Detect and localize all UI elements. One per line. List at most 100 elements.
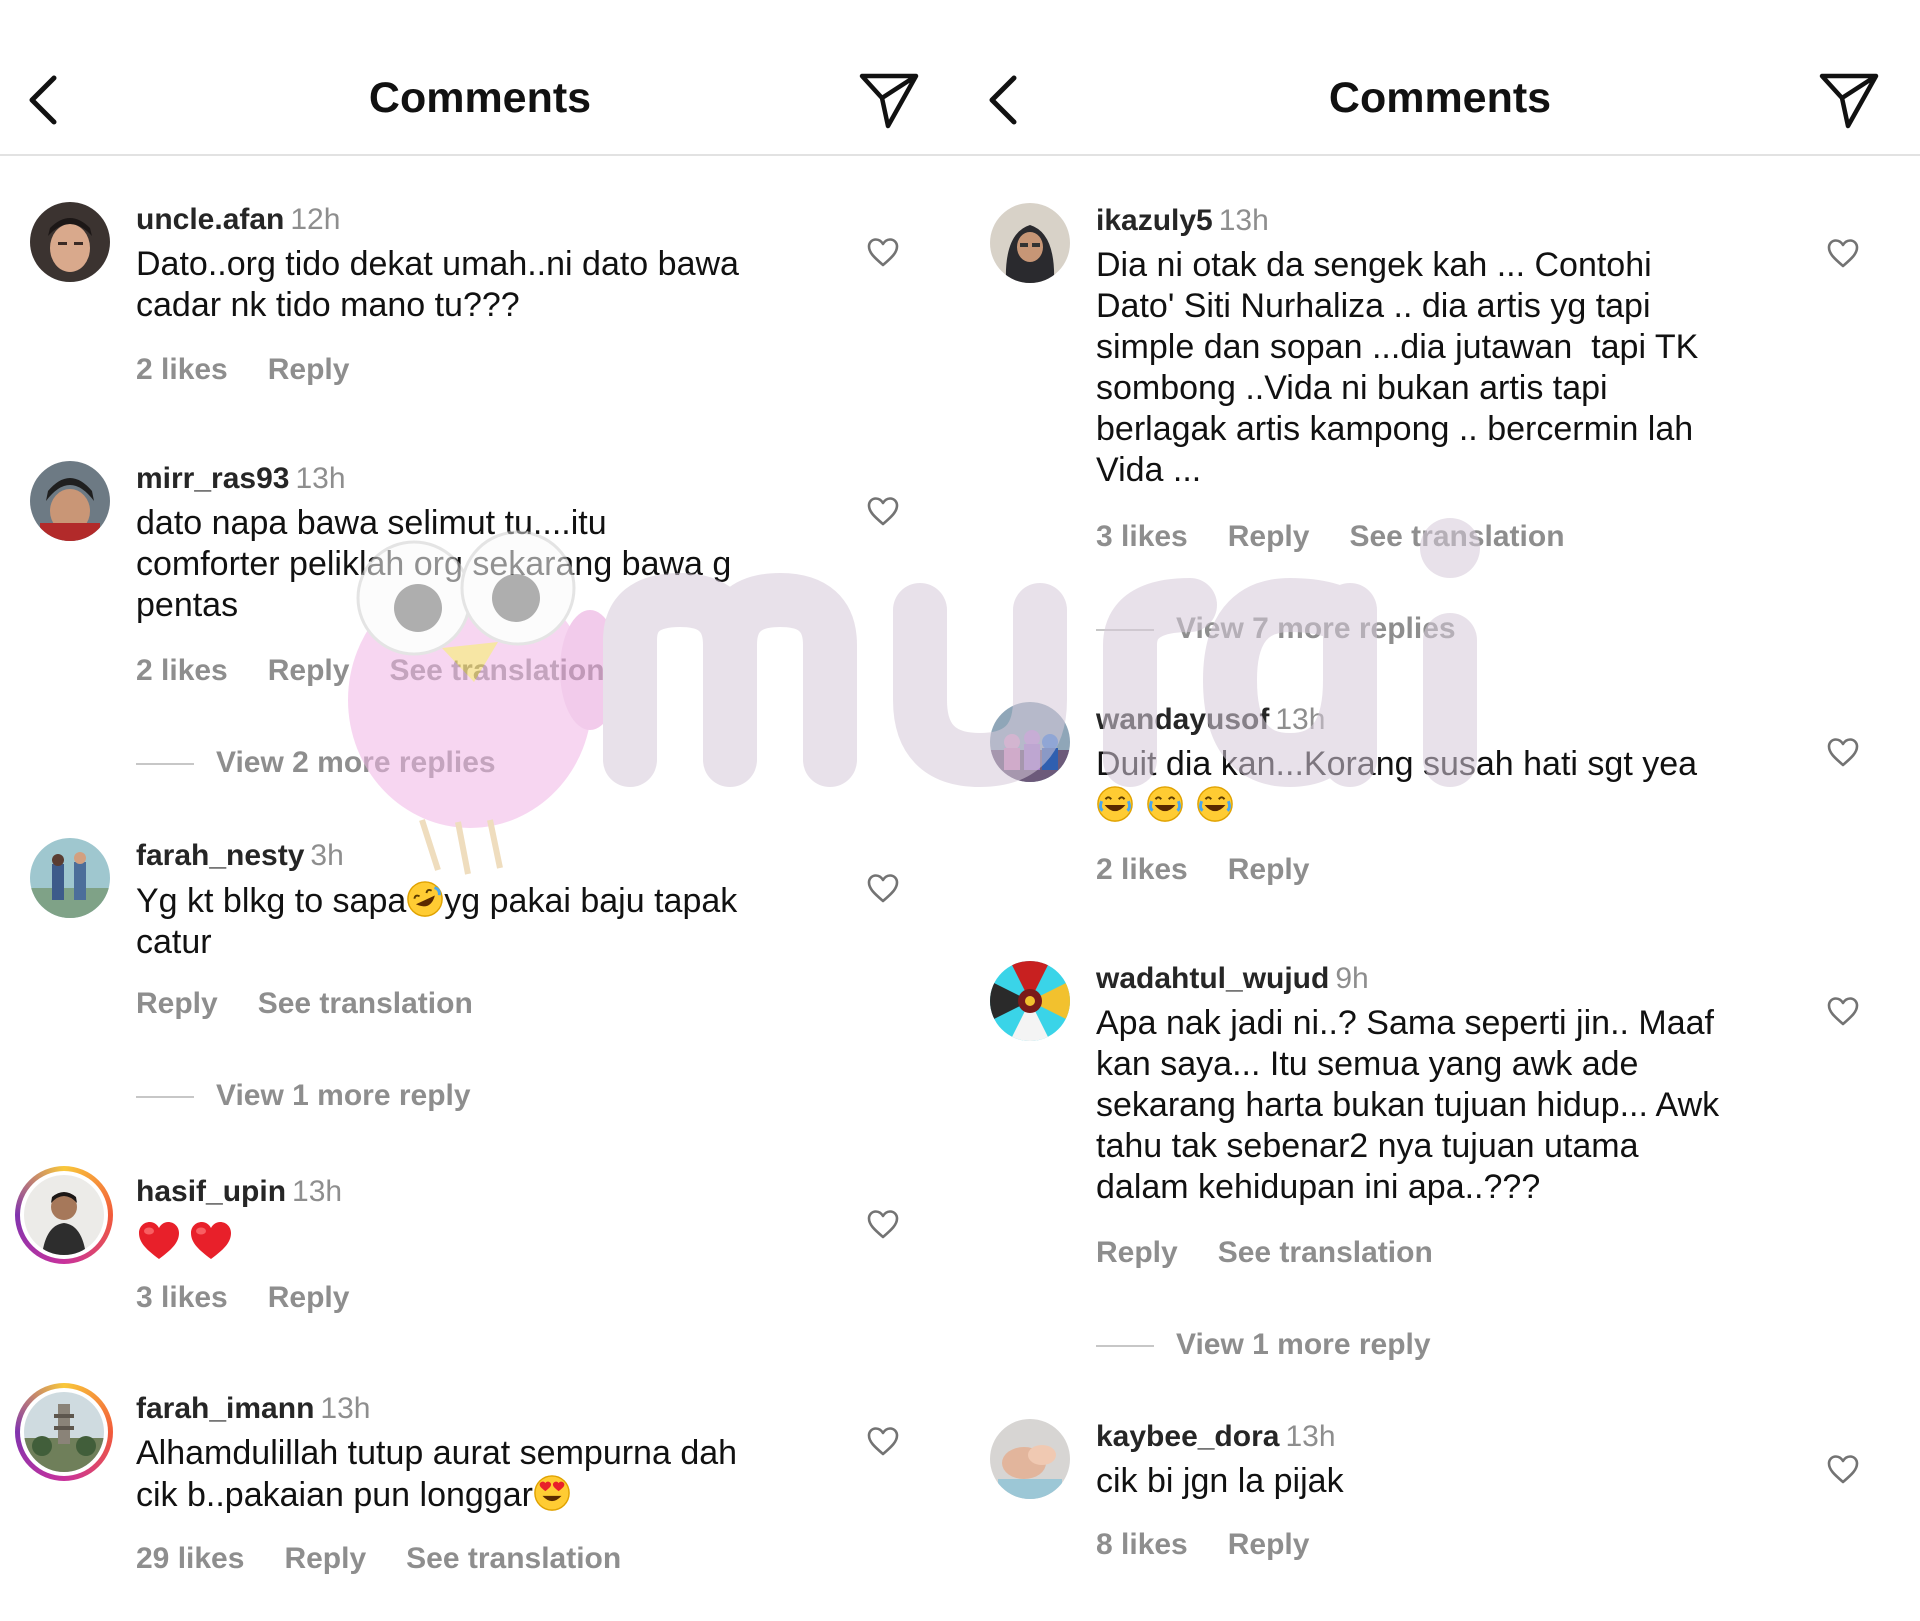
heart-icon[interactable] (866, 872, 900, 904)
paper-plane-icon[interactable] (1818, 70, 1880, 130)
reply-button[interactable]: Reply (268, 1281, 350, 1314)
likes-count[interactable]: 8 likes (1096, 1528, 1188, 1561)
view-more-replies[interactable]: View 1 more reply (136, 1078, 471, 1114)
comment-username[interactable]: hasif_upin (136, 1175, 286, 1208)
comment-text-part: Duit dia kan...Korang susah hati sgt yea (1096, 745, 1698, 783)
comment-text: dato napa bawa selimut tu....itu comfort… (136, 504, 732, 624)
comment-time: 9h (1335, 962, 1369, 995)
avatar[interactable] (990, 1419, 1070, 1499)
reply-button[interactable]: Reply (268, 353, 350, 386)
comment-username[interactable]: mirr_ras93 (136, 462, 289, 495)
comment-time: 3h (310, 839, 344, 872)
see-translation-button[interactable]: See translation (406, 1542, 621, 1575)
comment-text: Dato..org tido dekat umah..ni dato bawa … (136, 245, 739, 324)
avatar[interactable] (990, 702, 1070, 782)
comment-actions: 3 likes Reply (136, 1280, 389, 1316)
comment-time: 13h (295, 462, 346, 495)
comment-text: Alhamdulillah tutup aurat sempurna dah c… (136, 1433, 816, 1516)
see-translation-button[interactable]: See translation (1218, 1236, 1433, 1269)
reply-button[interactable]: Reply (136, 987, 218, 1020)
comment-time: 12h (290, 203, 341, 236)
comment-time: 13h (292, 1175, 343, 1208)
comment-meta: wandayusof 13h (1096, 702, 1325, 738)
reply-button[interactable]: Reply (1096, 1236, 1178, 1269)
avatar[interactable] (15, 1166, 113, 1264)
see-translation-button[interactable]: See translation (258, 987, 473, 1020)
comment-text (136, 1218, 816, 1264)
comment-meta: farah_imann 13h (136, 1391, 370, 1427)
likes-count[interactable]: 2 likes (136, 654, 228, 687)
red-heart-emoji-icon (188, 1218, 234, 1262)
comment-text-part: Yg kt blkg to sapa (136, 882, 407, 920)
heart-icon[interactable] (1826, 1453, 1860, 1485)
comment-username[interactable]: wadahtul_wujud (1096, 962, 1329, 995)
comment-username[interactable]: farah_nesty (136, 839, 304, 872)
see-translation-button[interactable]: See translation (389, 654, 604, 687)
view-more-replies[interactable]: View 1 more reply (1096, 1327, 1431, 1363)
avatar[interactable] (30, 838, 110, 918)
comment-actions: 2 likes Reply (1096, 852, 1349, 888)
heart-icon[interactable] (866, 236, 900, 268)
avatar[interactable] (15, 1383, 113, 1481)
heart-icon[interactable] (866, 495, 900, 527)
comment-meta: hasif_upin 13h (136, 1174, 342, 1210)
likes-count[interactable]: 3 likes (1096, 520, 1188, 553)
comment-text: Dia ni otak da sengek kah ... Contohi Da… (1096, 246, 1699, 489)
heart-icon[interactable] (1826, 237, 1860, 269)
comment-username[interactable]: farah_imann (136, 1392, 314, 1425)
likes-count[interactable]: 29 likes (136, 1542, 244, 1575)
rofl-emoji-icon (406, 880, 444, 918)
comment-text: Duit dia kan...Korang susah hati sgt yea (1096, 744, 1776, 827)
comment-actions: 2 likes Reply (136, 352, 389, 388)
comment-meta: kaybee_dora 13h (1096, 1419, 1336, 1455)
heart-icon[interactable] (1826, 736, 1860, 768)
view-more-replies[interactable]: View 7 more replies (1096, 611, 1456, 647)
page-title: Comments (368, 74, 592, 122)
reply-button[interactable]: Reply (284, 1542, 366, 1575)
heart-icon[interactable] (866, 1208, 900, 1240)
comment-text: cik bi jgn la pijak (1096, 1462, 1344, 1500)
comment-time: 13h (1218, 204, 1269, 237)
comment-time: 13h (1275, 703, 1326, 736)
view-more-replies[interactable]: View 2 more replies (136, 745, 496, 781)
comment-text: Apa nak jadi ni..? Sama seperti jin.. Ma… (1096, 1004, 1720, 1206)
page-title: Comments (1328, 74, 1552, 122)
reply-button[interactable]: Reply (1228, 1528, 1310, 1561)
comment-username[interactable]: ikazuly5 (1096, 204, 1213, 237)
comment-meta: farah_nesty 3h (136, 838, 344, 874)
comment-actions: Reply See translation (136, 986, 513, 1022)
heart-icon[interactable] (1826, 995, 1860, 1027)
comment-actions: 3 likes Reply See translation (1096, 519, 1605, 555)
see-translation-button[interactable]: See translation (1349, 520, 1564, 553)
likes-count[interactable]: 3 likes (136, 1281, 228, 1314)
likes-count[interactable]: 2 likes (1096, 853, 1188, 886)
comment-meta: wadahtul_wujud 9h (1096, 961, 1369, 997)
comment-time: 13h (1285, 1420, 1336, 1453)
comment-meta: mirr_ras93 13h (136, 461, 346, 497)
comments-panel-right: Comments ikazuly5 13h Dia ni otak da seng… (960, 0, 1920, 1621)
laughing-emoji-icon (1146, 785, 1184, 823)
avatar[interactable] (30, 202, 110, 282)
comment-username[interactable]: kaybee_dora (1096, 1420, 1279, 1453)
reply-button[interactable]: Reply (268, 654, 350, 687)
divider (136, 763, 194, 766)
comment-username[interactable]: wandayusof (1096, 703, 1269, 736)
divider (1096, 1345, 1154, 1348)
avatar[interactable] (990, 961, 1070, 1041)
divider (136, 1096, 194, 1099)
comment-actions: 8 likes Reply (1096, 1527, 1349, 1563)
view-more-label: View 1 more reply (1176, 1328, 1431, 1361)
heart-icon[interactable] (866, 1425, 900, 1457)
comment-meta: ikazuly5 13h (1096, 203, 1269, 239)
comment-username[interactable]: uncle.afan (136, 203, 284, 236)
reply-button[interactable]: Reply (1228, 853, 1310, 886)
reply-button[interactable]: Reply (1228, 520, 1310, 553)
comment-time: 13h (320, 1392, 371, 1425)
likes-count[interactable]: 2 likes (136, 353, 228, 386)
divider (1096, 629, 1154, 632)
avatar[interactable] (30, 461, 110, 541)
comment-text: Yg kt blkg to sapa yg pakai baju tapak ca… (136, 880, 816, 963)
paper-plane-icon[interactable] (858, 70, 920, 130)
avatar[interactable] (990, 203, 1070, 283)
comment-meta: uncle.afan 12h (136, 202, 340, 238)
